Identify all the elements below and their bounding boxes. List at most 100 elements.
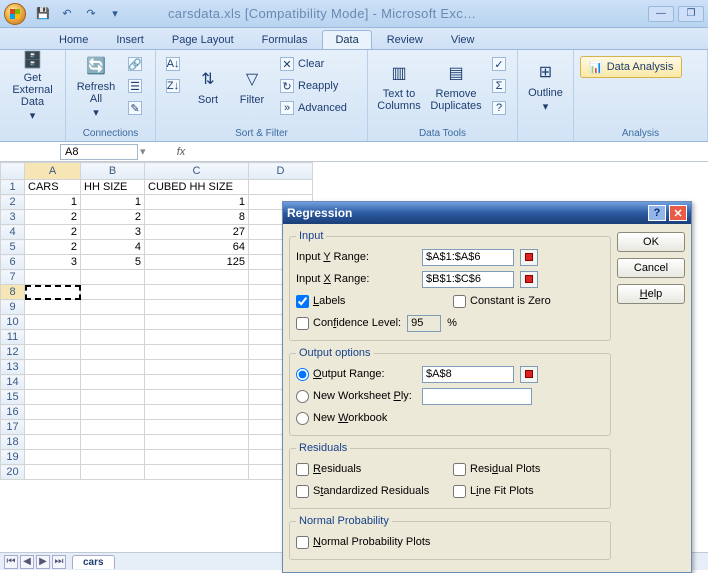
confidence-checkbox[interactable] — [296, 317, 309, 330]
cancel-button[interactable]: Cancel — [617, 258, 685, 278]
dialog-close-icon[interactable]: ✕ — [669, 205, 687, 221]
row-header-13[interactable]: 13 — [1, 360, 25, 375]
output-range-input[interactable] — [422, 366, 514, 383]
cell-A7[interactable] — [25, 270, 81, 285]
cell-C9[interactable] — [145, 300, 249, 315]
cell-A12[interactable] — [25, 345, 81, 360]
remove-duplicates-button[interactable]: ▤ Remove Duplicates — [428, 54, 484, 120]
dialog-help-icon[interactable]: ? — [648, 205, 666, 221]
line-fit-plots-checkbox[interactable] — [453, 485, 466, 498]
cell-B11[interactable] — [81, 330, 145, 345]
tab-view[interactable]: View — [438, 30, 488, 49]
row-header-7[interactable]: 7 — [1, 270, 25, 285]
outline-button[interactable]: ⊞ Outline ▾ — [524, 54, 567, 120]
cell-A4[interactable]: 2 — [25, 225, 81, 240]
cell-A16[interactable] — [25, 405, 81, 420]
get-external-data-button[interactable]: 🗄️ Get External Data ▾ — [6, 54, 59, 120]
cell-A11[interactable] — [25, 330, 81, 345]
cell-A20[interactable] — [25, 465, 81, 480]
cell-C6[interactable]: 125 — [145, 255, 249, 270]
reapply-button[interactable]: ↻Reapply — [276, 76, 351, 96]
row-header-9[interactable]: 9 — [1, 300, 25, 315]
tab-insert[interactable]: Insert — [103, 30, 157, 49]
cell-C8[interactable] — [145, 285, 249, 300]
cell-C19[interactable] — [145, 450, 249, 465]
consolidate-button[interactable]: Σ — [488, 76, 510, 96]
cell-B10[interactable] — [81, 315, 145, 330]
cell-C11[interactable] — [145, 330, 249, 345]
residuals-checkbox[interactable] — [296, 463, 309, 476]
cell-A9[interactable] — [25, 300, 81, 315]
what-if-button[interactable]: ? — [488, 98, 510, 118]
row-header-3[interactable]: 3 — [1, 210, 25, 225]
undo-icon[interactable]: ↶ — [58, 5, 76, 23]
y-range-input[interactable] — [422, 249, 514, 266]
sheet-nav-first-icon[interactable]: ⏮ — [4, 555, 18, 569]
cell-B9[interactable] — [81, 300, 145, 315]
new-worksheet-input[interactable] — [422, 388, 532, 405]
properties-button[interactable]: ☰ — [124, 76, 146, 96]
row-header-14[interactable]: 14 — [1, 375, 25, 390]
cell-B16[interactable] — [81, 405, 145, 420]
output-range-radio[interactable] — [296, 368, 309, 381]
cell-B5[interactable]: 4 — [81, 240, 145, 255]
tab-data[interactable]: Data — [322, 30, 371, 49]
fx-icon[interactable]: fx — [172, 146, 190, 158]
cell-B13[interactable] — [81, 360, 145, 375]
normal-prob-checkbox[interactable] — [296, 536, 309, 549]
help-button[interactable]: Help — [617, 284, 685, 304]
cell-C1[interactable]: CUBED HH SIZE — [145, 180, 249, 195]
col-header-D[interactable]: D — [249, 163, 313, 180]
cell-C7[interactable] — [145, 270, 249, 285]
cell-C20[interactable] — [145, 465, 249, 480]
sort-asc-button[interactable]: A↓ — [162, 54, 184, 74]
cell-C16[interactable] — [145, 405, 249, 420]
qat-dropdown-icon[interactable]: ▾ — [106, 5, 124, 23]
tab-review[interactable]: Review — [374, 30, 436, 49]
cell-B14[interactable] — [81, 375, 145, 390]
clear-button[interactable]: ✕Clear — [276, 54, 351, 74]
cell-D1[interactable] — [249, 180, 313, 195]
save-icon[interactable]: 💾 — [34, 5, 52, 23]
sheet-nav-prev-icon[interactable]: ◀ — [20, 555, 34, 569]
minimize-button[interactable]: — — [648, 6, 674, 22]
cell-B20[interactable] — [81, 465, 145, 480]
connections-button[interactable]: 🔗 — [124, 54, 146, 74]
cell-C14[interactable] — [145, 375, 249, 390]
cell-C2[interactable]: 1 — [145, 195, 249, 210]
dialog-titlebar[interactable]: Regression ? ✕ — [283, 202, 691, 224]
new-workbook-radio[interactable] — [296, 412, 309, 425]
tab-formulas[interactable]: Formulas — [249, 30, 321, 49]
row-header-1[interactable]: 1 — [1, 180, 25, 195]
x-range-ref-button[interactable] — [520, 271, 538, 288]
row-header-8[interactable]: 8 — [1, 285, 25, 300]
cell-A18[interactable] — [25, 435, 81, 450]
cell-B1[interactable]: HH SIZE — [81, 180, 145, 195]
cell-B19[interactable] — [81, 450, 145, 465]
name-box[interactable] — [60, 144, 138, 160]
restore-button[interactable]: ❐ — [678, 6, 704, 22]
row-header-6[interactable]: 6 — [1, 255, 25, 270]
sheet-nav-last-icon[interactable]: ⏭ — [52, 555, 66, 569]
cell-B18[interactable] — [81, 435, 145, 450]
x-range-input[interactable] — [422, 271, 514, 288]
sort-desc-button[interactable]: Z↓ — [162, 76, 184, 96]
cell-A2[interactable]: 1 — [25, 195, 81, 210]
col-header-B[interactable]: B — [81, 163, 145, 180]
grid[interactable]: ABCD1CARSHH SIZECUBED HH SIZE21113228423… — [0, 162, 313, 480]
row-header-2[interactable]: 2 — [1, 195, 25, 210]
advanced-button[interactable]: »Advanced — [276, 98, 351, 118]
residual-plots-checkbox[interactable] — [453, 463, 466, 476]
labels-checkbox[interactable] — [296, 295, 309, 308]
sheet-tab[interactable]: cars — [72, 555, 115, 569]
row-header-15[interactable]: 15 — [1, 390, 25, 405]
row-header-10[interactable]: 10 — [1, 315, 25, 330]
col-header-C[interactable]: C — [145, 163, 249, 180]
ok-button[interactable]: OK — [617, 232, 685, 252]
row-header-5[interactable]: 5 — [1, 240, 25, 255]
cell-A14[interactable] — [25, 375, 81, 390]
cell-A8[interactable] — [25, 285, 81, 300]
cell-A6[interactable]: 3 — [25, 255, 81, 270]
std-residuals-checkbox[interactable] — [296, 485, 309, 498]
row-header-11[interactable]: 11 — [1, 330, 25, 345]
